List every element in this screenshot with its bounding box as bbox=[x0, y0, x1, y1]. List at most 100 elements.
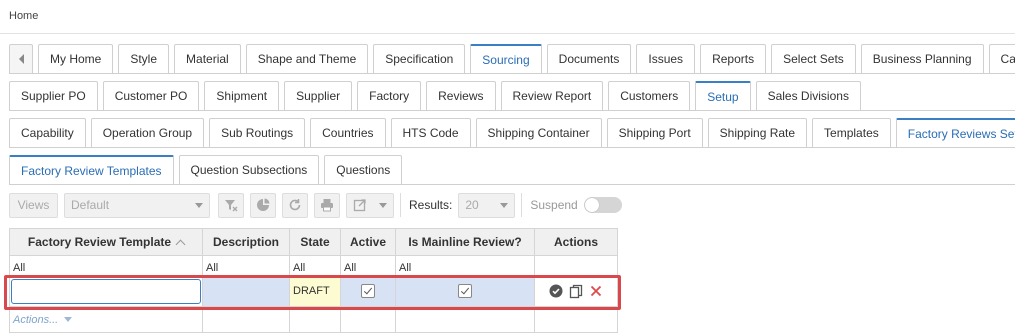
pie-chart-icon bbox=[257, 198, 270, 211]
setup-tabs: Capability Operation Group Sub Routings … bbox=[9, 118, 1015, 147]
tab-select-sets[interactable]: Select Sets bbox=[771, 44, 856, 73]
template-name-input[interactable] bbox=[11, 278, 201, 304]
chevron-down-icon bbox=[500, 202, 509, 208]
delete-x-icon[interactable] bbox=[589, 284, 603, 298]
chart-button[interactable] bbox=[250, 192, 276, 218]
view-select-value: Default bbox=[71, 198, 110, 212]
save-check-icon[interactable] bbox=[549, 284, 563, 298]
refresh-icon bbox=[289, 199, 301, 211]
refresh-button[interactable] bbox=[282, 192, 308, 218]
chevron-down-icon bbox=[195, 202, 203, 208]
tab-customer-po[interactable]: Customer PO bbox=[102, 81, 200, 110]
views-button[interactable]: Views bbox=[9, 192, 58, 218]
tab-shipping-rate[interactable]: Shipping Rate bbox=[707, 118, 808, 147]
actions-cell bbox=[534, 275, 618, 307]
empty-cell bbox=[340, 306, 396, 333]
filter-description[interactable]: All bbox=[202, 255, 290, 276]
description-input[interactable] bbox=[202, 275, 290, 307]
column-header-label: Factory Review Template bbox=[27, 235, 172, 249]
tab-setup[interactable]: Setup bbox=[695, 81, 751, 110]
empty-cell bbox=[395, 306, 535, 333]
sort-ascending-icon bbox=[175, 239, 186, 250]
tab-supplier-po[interactable]: Supplier PO bbox=[9, 81, 98, 110]
column-header-template[interactable]: Factory Review Template bbox=[9, 228, 203, 256]
tab-issues[interactable]: Issues bbox=[636, 44, 696, 73]
main-tabs: My Home Style Material Shape and Theme S… bbox=[9, 44, 1015, 73]
tab-factory[interactable]: Factory bbox=[357, 81, 422, 110]
actions-menu[interactable]: Actions... bbox=[13, 314, 199, 326]
state-cell: DRAFT bbox=[289, 275, 341, 307]
empty-cell bbox=[289, 306, 341, 333]
filter-mainline[interactable]: All bbox=[395, 255, 535, 276]
filter-state[interactable]: All bbox=[289, 255, 341, 276]
tab-factory-reviews-setup[interactable]: Factory Reviews Setup bbox=[895, 118, 1015, 147]
clear-filter-button[interactable] bbox=[218, 192, 244, 218]
grid-actions-row: Actions... bbox=[9, 306, 618, 333]
filter-template[interactable]: All bbox=[9, 255, 203, 276]
filter-clear-icon bbox=[225, 200, 238, 212]
actions-menu-label: Actions... bbox=[13, 313, 59, 326]
tab-questions[interactable]: Questions bbox=[324, 155, 403, 184]
tab-templates[interactable]: Templates bbox=[812, 118, 891, 147]
tab-shipment[interactable]: Shipment bbox=[204, 81, 280, 110]
header-divider bbox=[0, 33, 1015, 34]
template-name-cell bbox=[9, 275, 203, 307]
active-checkbox[interactable] bbox=[361, 284, 375, 298]
tab-countries[interactable]: Countries bbox=[310, 118, 386, 147]
tab-material[interactable]: Material bbox=[174, 44, 241, 73]
chevron-left-icon bbox=[18, 54, 24, 64]
factory-review-templates-grid: Factory Review Template Description Stat… bbox=[9, 228, 618, 333]
tab-sub-routings[interactable]: Sub Routings bbox=[209, 118, 306, 147]
column-header-description[interactable]: Description bbox=[202, 228, 290, 256]
tab-factory-review-templates[interactable]: Factory Review Templates bbox=[9, 155, 174, 184]
suspend-toggle[interactable] bbox=[583, 197, 622, 213]
tab-sales-divisions[interactable]: Sales Divisions bbox=[755, 81, 861, 110]
factory-review-tabs: Factory Review Templates Question Subsec… bbox=[9, 155, 407, 184]
tab-specification[interactable]: Specification bbox=[373, 44, 466, 73]
tab-hts-code[interactable]: HTS Code bbox=[390, 118, 471, 147]
print-icon bbox=[321, 199, 333, 212]
tab-calendar[interactable]: Calendar bbox=[988, 44, 1015, 73]
tab-reports[interactable]: Reports bbox=[700, 44, 767, 73]
tab-supplier[interactable]: Supplier bbox=[284, 81, 353, 110]
sourcing-tabs: Supplier PO Customer PO Shipment Supplie… bbox=[9, 81, 866, 110]
column-header-actions: Actions bbox=[534, 228, 618, 256]
tab-review-report[interactable]: Review Report bbox=[500, 81, 604, 110]
tab-customers[interactable]: Customers bbox=[608, 81, 691, 110]
tab-question-subsections[interactable]: Question Subsections bbox=[178, 155, 320, 184]
results-select[interactable]: 20 bbox=[458, 192, 516, 218]
print-button[interactable] bbox=[314, 192, 340, 218]
chevron-down-icon bbox=[379, 202, 387, 208]
tab-operation-group[interactable]: Operation Group bbox=[90, 118, 205, 147]
tabs-divider bbox=[9, 147, 1015, 148]
tabs-scroll-left-button[interactable] bbox=[9, 44, 33, 73]
tab-capability[interactable]: Capability bbox=[9, 118, 86, 147]
toggle-knob bbox=[584, 198, 599, 212]
mainline-checkbox[interactable] bbox=[458, 284, 472, 298]
tab-shipping-container[interactable]: Shipping Container bbox=[475, 118, 602, 147]
tab-sourcing[interactable]: Sourcing bbox=[470, 44, 542, 73]
export-icon bbox=[353, 199, 366, 212]
tab-shape-and-theme[interactable]: Shape and Theme bbox=[245, 44, 369, 73]
suspend-label: Suspend bbox=[530, 198, 578, 212]
results-label: Results: bbox=[409, 198, 453, 212]
tab-style[interactable]: Style bbox=[118, 44, 170, 73]
chevron-down-icon bbox=[64, 317, 73, 322]
export-menu-button[interactable] bbox=[346, 192, 394, 218]
toolbar-separator bbox=[400, 193, 401, 217]
tab-reviews[interactable]: Reviews bbox=[426, 81, 496, 110]
breadcrumb[interactable]: Home bbox=[9, 10, 38, 22]
column-header-state[interactable]: State bbox=[289, 228, 341, 256]
active-cell bbox=[340, 275, 396, 307]
column-header-active[interactable]: Active bbox=[340, 228, 396, 256]
empty-cell bbox=[202, 306, 290, 333]
filter-active[interactable]: All bbox=[340, 255, 396, 276]
tab-my-home[interactable]: My Home bbox=[38, 44, 114, 73]
tab-documents[interactable]: Documents bbox=[546, 44, 632, 73]
column-header-mainline[interactable]: Is Mainline Review? bbox=[395, 228, 535, 256]
tab-business-planning[interactable]: Business Planning bbox=[860, 44, 984, 73]
tab-shipping-port[interactable]: Shipping Port bbox=[606, 118, 703, 147]
filter-actions bbox=[534, 255, 618, 276]
copy-icon[interactable] bbox=[569, 284, 583, 299]
view-select[interactable]: Default bbox=[64, 192, 210, 218]
